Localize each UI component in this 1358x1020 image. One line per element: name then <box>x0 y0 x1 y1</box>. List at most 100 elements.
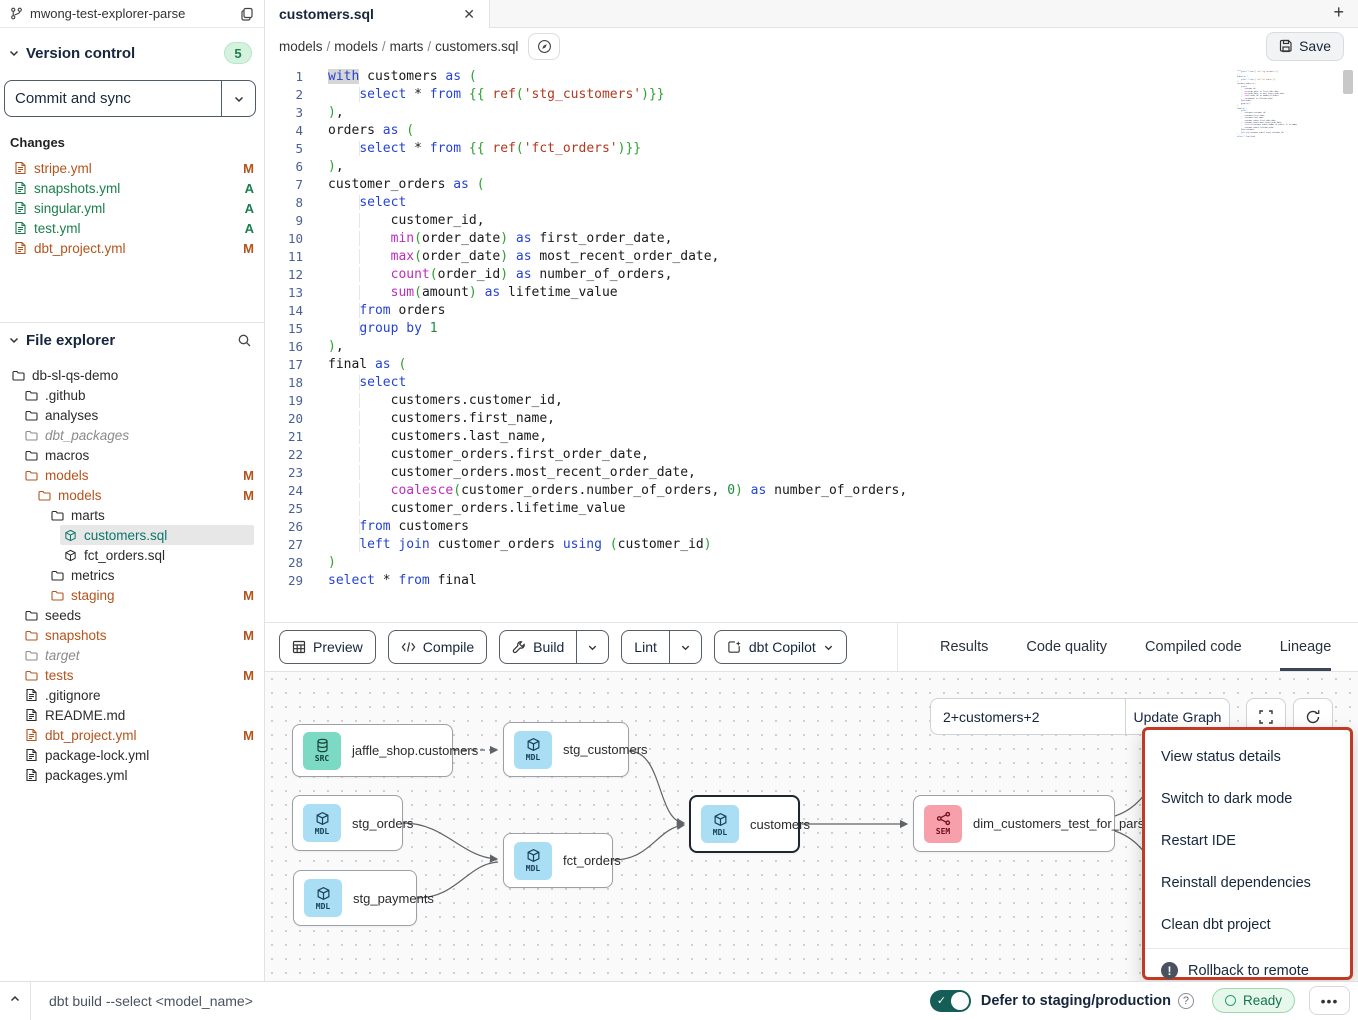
build-options-caret[interactable] <box>576 631 608 663</box>
more-options-button[interactable]: ••• <box>1309 986 1350 1015</box>
tree-item-macros[interactable]: macros <box>0 445 264 465</box>
lineage-node-jaffle-shop-customers[interactable]: SRC jaffle_shop.customers <box>292 724 453 777</box>
commit-options-caret[interactable] <box>221 81 255 116</box>
code-editor[interactable]: 1with customers as (2 select * from {{ r… <box>265 64 1358 622</box>
tab-customers-sql[interactable]: customers.sql ✕ <box>265 0 490 28</box>
version-control-header[interactable]: Version control 5 <box>0 40 264 66</box>
tree-item-metrics[interactable]: metrics <box>0 565 264 585</box>
compass-icon[interactable] <box>528 33 560 60</box>
tree-item--gitignore[interactable]: .gitignore <box>0 685 264 705</box>
tree-item-marts[interactable]: marts <box>0 505 264 525</box>
file-explorer-header[interactable]: File explorer <box>0 325 264 355</box>
tree-item-tests[interactable]: tests M <box>0 665 264 685</box>
editor-scrollbar[interactable] <box>1343 70 1353 94</box>
new-tab-button[interactable]: + <box>1333 2 1344 23</box>
breadcrumb-item[interactable]: customers.sql <box>435 39 518 54</box>
help-icon[interactable]: ? <box>1178 993 1194 1009</box>
breadcrumb-item[interactable]: models <box>279 39 323 54</box>
line-number: 18 <box>265 374 303 392</box>
defer-toggle[interactable]: ✓ <box>930 990 971 1012</box>
tree-item-customers-sql[interactable]: customers.sql <box>0 525 264 545</box>
tree-item-seeds[interactable]: seeds <box>0 605 264 625</box>
line-number: 27 <box>265 536 303 554</box>
menu-item-rollback-to-remote[interactable]: ! Rollback to remote <box>1145 948 1350 981</box>
tree-item-models[interactable]: models M <box>0 485 264 505</box>
tree-item-status: M <box>243 628 254 643</box>
mdl-chip-icon: MDL <box>304 879 342 917</box>
tree-item-fct-orders-sql[interactable]: fct_orders.sql <box>0 545 264 565</box>
tree-item-analyses[interactable]: analyses <box>0 405 264 425</box>
compile-label: Compile <box>423 639 474 655</box>
code-line: 19 customers.customer_id, <box>265 392 1358 410</box>
menu-item-restart-ide[interactable]: Restart IDE <box>1145 820 1350 862</box>
change-row[interactable]: dbt_project.yml M <box>0 238 264 258</box>
tab-results[interactable]: Results <box>940 623 988 671</box>
tree-item-dbt-project-yml[interactable]: dbt_project.yml M <box>0 725 264 745</box>
wrench-icon <box>512 640 526 654</box>
chevron-down-icon <box>8 334 20 346</box>
build-button[interactable]: Build <box>500 631 576 663</box>
search-icon[interactable] <box>237 333 252 348</box>
code-line: 12 count(order_id) as number_of_orders, <box>265 266 1358 284</box>
menu-item-clean-dbt-project[interactable]: Clean dbt project <box>1145 904 1350 946</box>
close-icon[interactable]: ✕ <box>463 6 475 23</box>
code-line: 28) <box>265 554 1358 572</box>
change-row[interactable]: singular.yml A <box>0 198 264 218</box>
chevron-up-icon[interactable] <box>0 993 30 1008</box>
node-label: customers <box>750 817 810 832</box>
menu-item-view-status-details[interactable]: View status details <box>1145 736 1350 778</box>
tree-item-dbt-packages[interactable]: dbt_packages <box>0 425 264 445</box>
code-line: 7customer_orders as ( <box>265 176 1358 194</box>
tree-item-target[interactable]: target <box>0 645 264 665</box>
tree-item--github[interactable]: .github <box>0 385 264 405</box>
code-icon <box>401 641 416 653</box>
commit-and-sync-button[interactable]: Commit and sync <box>4 80 256 117</box>
status-bar: dbt build --select <model_name> ✓ Defer … <box>0 981 1358 1019</box>
menu-item-switch-to-dark-mode[interactable]: Switch to dark mode <box>1145 778 1350 820</box>
change-row[interactable]: test.yml A <box>0 218 264 238</box>
tab-compiled-code[interactable]: Compiled code <box>1145 623 1242 671</box>
status-badge[interactable]: Ready <box>1212 988 1295 1013</box>
tree-item-label: fct_orders.sql <box>84 548 165 563</box>
tree-item-readme-md[interactable]: README.md <box>0 705 264 725</box>
menu-item-reinstall-dependencies[interactable]: Reinstall dependencies <box>1145 862 1350 904</box>
dbt-copilot-button[interactable]: dbt Copilot <box>714 630 847 664</box>
tree-item-label: dbt_project.yml <box>45 728 137 743</box>
tree-item-label: models <box>45 468 89 483</box>
change-row[interactable]: stripe.yml M <box>0 158 264 178</box>
tree-item-staging[interactable]: staging M <box>0 585 264 605</box>
tree-item-inner: package-lock.yml <box>21 745 254 765</box>
lint-button[interactable]: Lint <box>622 631 669 663</box>
tab-code-quality[interactable]: Code quality <box>1026 623 1107 671</box>
tree-item-db-sl-qs-demo[interactable]: db-sl-qs-demo <box>0 365 264 385</box>
tree-item-packages-yml[interactable]: packages.yml <box>0 765 264 785</box>
save-button[interactable]: Save <box>1266 32 1344 61</box>
command-input[interactable]: dbt build --select <model_name> <box>49 993 930 1009</box>
save-label: Save <box>1299 38 1331 54</box>
lineage-node-fct-orders[interactable]: MDL fct_orders <box>503 833 613 888</box>
line-number: 21 <box>265 428 303 446</box>
file-icon <box>25 688 38 702</box>
lineage-node-customers[interactable]: MDL customers <box>689 795 800 853</box>
compile-button[interactable]: Compile <box>388 630 487 664</box>
line-number: 17 <box>265 356 303 374</box>
code-line: 1with customers as ( <box>265 68 1358 86</box>
preview-button[interactable]: Preview <box>279 630 376 664</box>
lineage-panel: SRC jaffle_shop.customers MDL stg_custome… <box>265 672 1358 981</box>
breadcrumb-item[interactable]: marts <box>390 39 424 54</box>
lint-options-caret[interactable] <box>669 631 701 663</box>
lineage-node-stg-customers[interactable]: MDL stg_customers <box>503 722 629 777</box>
commit-and-sync-label[interactable]: Commit and sync <box>5 81 221 116</box>
tab-lineage[interactable]: Lineage <box>1280 623 1332 671</box>
breadcrumb-item[interactable]: models <box>334 39 378 54</box>
lineage-node-stg-orders[interactable]: MDL stg_orders <box>292 795 403 851</box>
lineage-node-dim-customers-test-for-parse[interactable]: SEM dim_customers_test_for_parse <box>913 795 1115 852</box>
line-number: 11 <box>265 248 303 266</box>
change-row[interactable]: snapshots.yml A <box>0 178 264 198</box>
copy-icon[interactable] <box>240 7 254 21</box>
tree-item-models[interactable]: models M <box>0 465 264 485</box>
tree-item-package-lock-yml[interactable]: package-lock.yml <box>0 745 264 765</box>
lineage-selector-input[interactable] <box>930 698 1125 735</box>
lineage-node-stg-payments[interactable]: MDL stg_payments <box>293 870 417 926</box>
tree-item-snapshots[interactable]: snapshots M <box>0 625 264 645</box>
